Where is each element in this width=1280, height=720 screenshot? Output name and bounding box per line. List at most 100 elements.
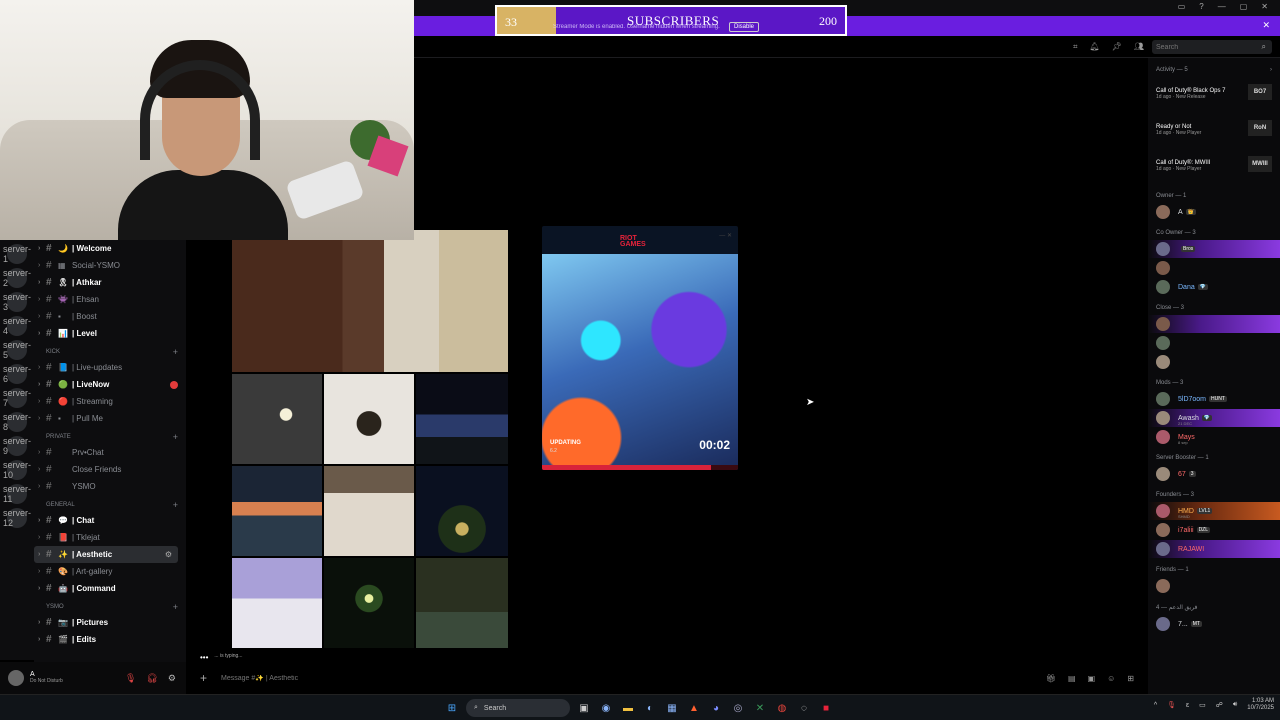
add-channel-icon[interactable]: + [173, 500, 178, 510]
brave-icon[interactable]: ▲ [686, 700, 702, 716]
channel-item[interactable]: › # ✨ | Aesthetic ⚙ [34, 546, 178, 563]
server-icon[interactable]: server-8 [3, 412, 31, 432]
member-row[interactable]: Bros [1148, 240, 1280, 258]
tray-overflow-icon[interactable]: ^ [1154, 702, 1157, 709]
store-icon[interactable]: ▦ [664, 700, 680, 716]
channel-item[interactable]: › # 🟢 | LiveNow [34, 376, 186, 393]
lang-icon[interactable]: ε [1186, 702, 1189, 709]
steam-icon[interactable]: ◎ [730, 700, 746, 716]
message-input[interactable] [221, 674, 822, 682]
volume-icon[interactable]: 🔊︎ [1233, 701, 1237, 709]
channel-item[interactable]: › # 📘 | Live-updates [34, 359, 186, 376]
sticker-icon[interactable]: ▣ [1088, 674, 1096, 683]
activity-card[interactable]: Call of Duty®: MWIII 1d ago · New Player M… [1154, 150, 1274, 184]
attach-plus-icon[interactable]: + [200, 671, 207, 685]
member-row[interactable]: Dana 💎 [1148, 278, 1280, 296]
channel-item[interactable]: › # 📷 | Pictures [34, 614, 186, 631]
chrome-icon[interactable]: ◍ [774, 700, 790, 716]
channel-item[interactable]: › # YSMO [34, 478, 186, 495]
member-row[interactable] [1148, 334, 1280, 352]
server-icon[interactable]: server-1 [3, 244, 31, 264]
gallery-image[interactable] [416, 558, 508, 648]
deafen-icon[interactable]: 🎧︎ [146, 673, 157, 684]
channel-item[interactable]: › # 🎗 | Athkar [34, 274, 186, 291]
server-icon[interactable]: server-2 [3, 268, 31, 288]
pin-icon[interactable]: 📌︎ [1112, 42, 1122, 52]
gif-icon[interactable]: ▤ [1068, 674, 1076, 683]
channel-item[interactable]: › # Prv•Chat [34, 444, 186, 461]
discord-icon[interactable]: ◕ [708, 700, 724, 716]
file-explorer-icon[interactable]: ▬ [620, 700, 636, 716]
copilot-icon[interactable]: ◉ [598, 700, 614, 716]
member-row[interactable] [1148, 353, 1280, 371]
channel-item[interactable]: › # Close Friends [34, 461, 186, 478]
server-icon[interactable]: server-7 [3, 388, 31, 408]
server-icon[interactable]: server-11 [3, 484, 31, 504]
minimize-icon[interactable]: — [1218, 2, 1226, 11]
member-row[interactable] [1148, 577, 1280, 595]
avatar[interactable] [8, 670, 24, 686]
channel-item[interactable]: › # 🎬 | Edits [34, 631, 186, 648]
channel-item[interactable]: › # 👾 | Ehsan [34, 291, 186, 308]
gallery-image[interactable] [232, 466, 322, 556]
channel-category[interactable]: KICK + [34, 345, 186, 359]
channel-item[interactable]: › # 🌙 | Welcome [34, 240, 186, 257]
channel-category[interactable]: PRIVATE + [34, 430, 186, 444]
gallery-image[interactable] [232, 374, 322, 464]
emoji-icon[interactable]: ☺ [1107, 674, 1115, 683]
gallery-image[interactable] [324, 558, 414, 648]
windows-start-icon[interactable]: ⊞ [444, 700, 460, 716]
member-row[interactable]: 5lD7oom HUNT [1148, 390, 1280, 408]
gallery-image[interactable] [232, 230, 508, 372]
channel-item[interactable]: › # ▦ Social-YSMO [34, 257, 186, 274]
member-row[interactable]: A 👑 [1148, 203, 1280, 221]
member-row[interactable]: 67 3 [1148, 465, 1280, 483]
close-window-icon[interactable]: ✕ [1261, 2, 1268, 11]
add-channel-icon[interactable]: + [173, 347, 178, 357]
member-row[interactable]: i7aliii DZL [1148, 521, 1280, 539]
member-row[interactable]: Mays 8 sep [1148, 428, 1280, 446]
channel-item[interactable]: › # 🤖 | Command [34, 580, 186, 597]
server-icon[interactable]: server-4 [3, 316, 31, 336]
channel-item[interactable]: › # 🎨 | Art-gallery [34, 563, 186, 580]
gift-icon[interactable]: 🎁︎ [1046, 674, 1056, 683]
channel-item[interactable]: › # 🔴 | Streaming [34, 393, 186, 410]
mute-mic-icon[interactable]: 🎙︎ [125, 673, 136, 684]
add-channel-icon[interactable]: + [173, 432, 178, 442]
add-channel-icon[interactable]: + [173, 602, 178, 612]
channel-item[interactable]: › # 📕 | Tklejat [34, 529, 186, 546]
network-icon[interactable]: ☍ [1216, 701, 1223, 709]
member-row[interactable]: Awash 💎 21 DEC [1148, 409, 1280, 427]
member-row[interactable]: RAJAWI [1148, 540, 1280, 558]
monitor-icon[interactable]: ▭ [1199, 701, 1206, 709]
excel-icon[interactable]: ✕ [752, 700, 768, 716]
member-row[interactable] [1148, 315, 1280, 333]
taskbar-search[interactable]: ⌕ Search [466, 699, 570, 717]
activity-card[interactable]: Call of Duty® Black Ops 7 1d ago · New Re… [1154, 78, 1274, 112]
updater-window-controls[interactable]: — ✕ [719, 232, 732, 239]
channel-settings-icon[interactable]: ⚙ [165, 550, 172, 559]
server-icon[interactable]: server-12 [3, 508, 31, 528]
threads-icon[interactable]: ⌗ [1073, 42, 1078, 52]
search-input[interactable] [1152, 40, 1272, 54]
close-icon[interactable]: ✕ [1262, 20, 1270, 31]
channel-category[interactable]: YSMO + [34, 600, 186, 614]
channel-item[interactable]: › # 📊 | Level [34, 325, 186, 342]
server-icon[interactable]: server-10 [3, 460, 31, 480]
member-row[interactable]: 7... MT [1148, 615, 1280, 633]
disable-button[interactable]: Disable [729, 22, 760, 32]
server-icon[interactable]: server-3 [3, 292, 31, 312]
member-row[interactable]: HMD LVL1 SHMD [1148, 502, 1280, 520]
gallery-image[interactable] [232, 558, 322, 648]
mic-tray-icon[interactable]: 🎙︎ [1167, 701, 1176, 709]
chevron-right-icon[interactable]: › [1270, 67, 1272, 73]
task-view-icon[interactable]: ▣ [576, 700, 592, 716]
members-icon[interactable]: 👥︎ [1134, 42, 1144, 52]
channel-category[interactable]: GENERAL + [34, 498, 186, 512]
channel-item[interactable]: › # ▪ | Pull Me [34, 410, 186, 427]
member-row[interactable] [1148, 259, 1280, 277]
gallery-image[interactable] [324, 466, 414, 556]
server-icon[interactable]: server-6 [3, 364, 31, 384]
settings-icon[interactable]: ⚙ [168, 673, 176, 684]
help-icon[interactable]: ? [1199, 2, 1203, 11]
